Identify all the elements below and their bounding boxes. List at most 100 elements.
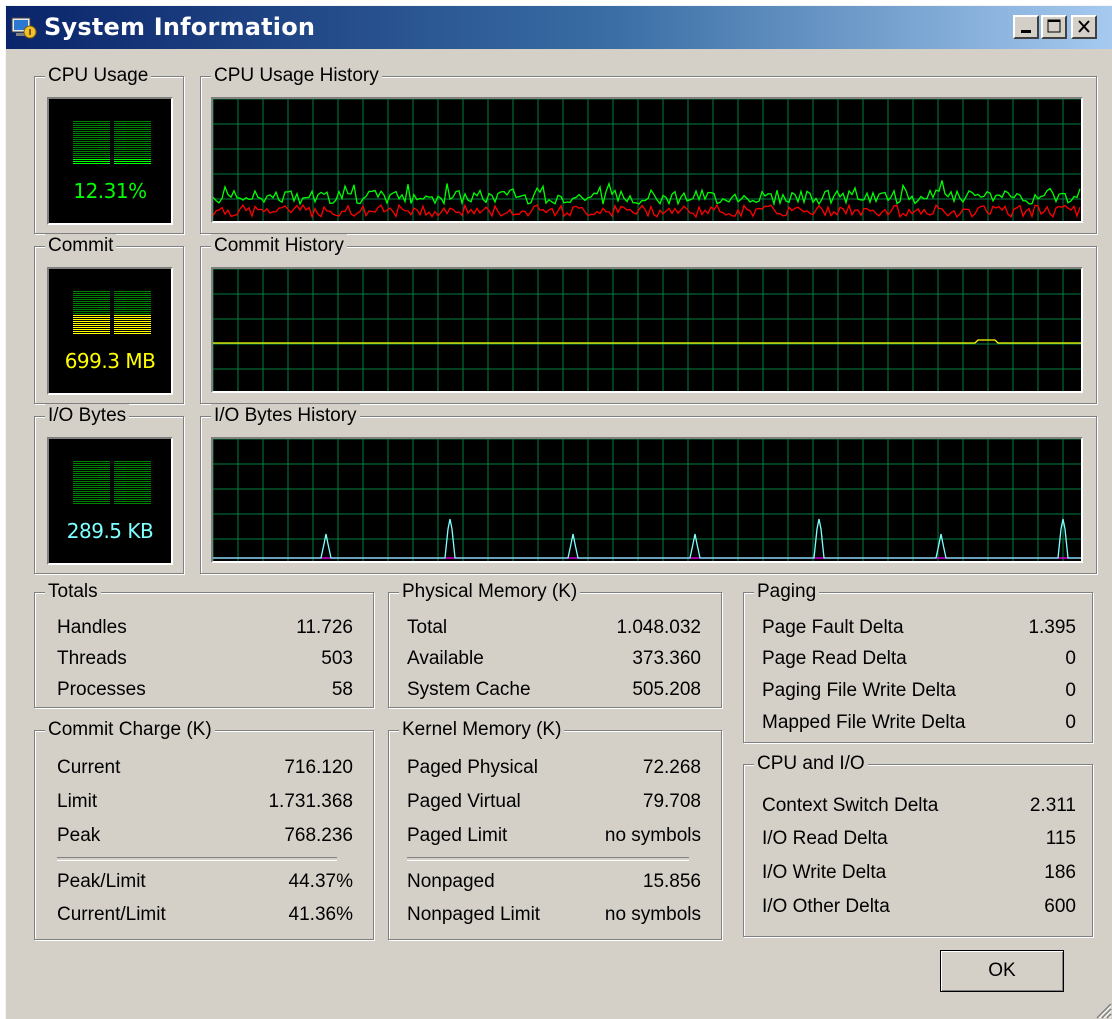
io-bytes-history-label: I/O Bytes History — [211, 404, 360, 428]
stat-value: 0 — [1065, 712, 1076, 733]
stat-value: 0 — [1065, 648, 1076, 669]
kernel-memory-row-paged-virtual: Paged Virtual 79.708 — [389, 787, 721, 817]
ok-button[interactable]: OK — [940, 950, 1064, 992]
commit-charge-row-peak: Peak 768.236 — [35, 821, 373, 851]
meter-segment — [114, 143, 151, 144]
meter-segment — [73, 301, 110, 302]
cpu-usage-history-plot — [213, 99, 1081, 221]
meter-segment — [114, 123, 151, 124]
io-bytes-label: I/O Bytes — [45, 404, 130, 428]
meter-segment — [73, 135, 110, 136]
stat-label: Paging File Write Delta — [762, 680, 956, 701]
meter-segment — [114, 491, 151, 492]
paging-row-page-read-delta: Page Read Delta 0 — [744, 644, 1092, 674]
meter-segment — [73, 333, 110, 334]
meter-segment — [114, 319, 151, 320]
meter-segment — [114, 135, 151, 136]
stat-value: 373.360 — [632, 648, 701, 669]
cpu-io-row-context-switch-delta: Context Switch Delta 2.311 — [744, 791, 1092, 821]
meter-segment — [73, 483, 110, 484]
meter-segment — [73, 313, 110, 314]
meter-segment — [73, 137, 110, 138]
commit-bars — [73, 291, 155, 335]
stat-label: Handles — [57, 617, 127, 638]
stat-label: Page Read Delta — [762, 648, 907, 669]
meter-segment — [73, 295, 110, 296]
meter-segment — [114, 321, 151, 322]
meter-segment — [73, 315, 110, 316]
io-bytes-history-graph — [211, 437, 1083, 563]
stat-label: Limit — [57, 791, 98, 812]
kernel-memory-label: Kernel Memory (K) — [399, 718, 565, 742]
commit-meter: 699.3 MB — [47, 267, 173, 395]
meter-segment — [73, 463, 110, 464]
totals-row-processes: Processes 58 — [35, 675, 373, 705]
meter-segment — [73, 129, 110, 130]
meter-segment — [73, 309, 110, 310]
meter-segment — [73, 151, 110, 152]
meter-segment — [73, 471, 110, 472]
close-button[interactable] — [1071, 15, 1097, 39]
meter-segment — [114, 295, 151, 296]
commit-history-plot — [213, 269, 1081, 391]
ok-button-label: OK — [988, 960, 1016, 981]
physical-memory-row-available: Available 373.360 — [389, 644, 721, 674]
meter-segment — [73, 469, 110, 470]
meter-segment — [114, 323, 151, 324]
system-information-window: System Information CPU Usage 12.31% CPU … — [5, 5, 1112, 1019]
physical-memory-row-system-cache: System Cache 505.208 — [389, 675, 721, 705]
resize-grip-icon[interactable] — [1094, 1001, 1112, 1019]
meter-segment — [73, 297, 110, 298]
stat-label: Threads — [57, 648, 127, 669]
io-bytes-bars — [73, 461, 155, 505]
stat-value: 186 — [1044, 862, 1076, 883]
commit-charge-row-current: Current 716.120 — [35, 753, 373, 783]
maximize-button[interactable] — [1041, 15, 1067, 39]
cpu-usage-group: CPU Usage 12.31% — [34, 64, 184, 234]
commit-charge-group: Commit Charge (K) Current 716.120 Limit 1.… — [34, 718, 374, 940]
meter-segment — [73, 317, 110, 318]
physical-memory-group: Physical Memory (K) Total 1.048.032 Avail… — [388, 580, 722, 708]
commit-line — [213, 339, 1081, 344]
meter-segment — [114, 329, 151, 330]
stat-label: Peak/Limit — [57, 871, 146, 892]
commit-history-label: Commit History — [211, 234, 347, 258]
meter-segment — [73, 293, 110, 294]
meter-segment — [114, 313, 151, 314]
stat-value: 716.120 — [284, 757, 353, 778]
meter-segment — [114, 473, 151, 474]
meter-segment — [73, 489, 110, 490]
stat-value: 58 — [331, 679, 353, 700]
stat-label: Nonpaged Limit — [407, 904, 541, 925]
meter-segment — [73, 299, 110, 300]
meter-segment — [114, 297, 151, 298]
cpu-usage-value: 12.31% — [73, 179, 147, 203]
kernel-memory-row-paged-physical: Paged Physical 72.268 — [389, 753, 721, 783]
commit-charge-row-peak-limit: Peak/Limit 44.37% — [35, 867, 373, 897]
stat-value: 600 — [1044, 896, 1076, 917]
meter-segment — [73, 161, 110, 162]
stat-label: Current/Limit — [57, 904, 166, 925]
cpu-usage-bars — [73, 121, 155, 165]
meter-segment — [114, 293, 151, 294]
meter-segment — [114, 497, 151, 498]
kernel-memory-row-paged-limit: Paged Limit no symbols — [389, 821, 721, 851]
paging-label: Paging — [754, 580, 820, 604]
meter-segment — [73, 305, 110, 306]
minimize-button[interactable] — [1013, 15, 1039, 39]
paging-row-mapped-file-write-delta: Mapped File Write Delta 0 — [744, 708, 1092, 738]
io-bytes-history-plot — [213, 439, 1081, 561]
meter-segment — [73, 321, 110, 322]
meter-segment — [73, 331, 110, 332]
meter-segment — [114, 149, 151, 150]
meter-segment — [73, 477, 110, 478]
kernel-memory-group: Kernel Memory (K) Paged Physical 72.268 P… — [388, 718, 722, 940]
meter-segment — [114, 309, 151, 310]
meter-segment — [73, 143, 110, 144]
meter-segment — [114, 461, 151, 462]
meter-segment — [114, 145, 151, 146]
cpu-kernel-line — [213, 203, 1081, 219]
meter-segment — [73, 495, 110, 496]
title-bar[interactable]: System Information — [6, 6, 1112, 49]
commit-charge-row-current-limit: Current/Limit 41.36% — [35, 900, 373, 930]
